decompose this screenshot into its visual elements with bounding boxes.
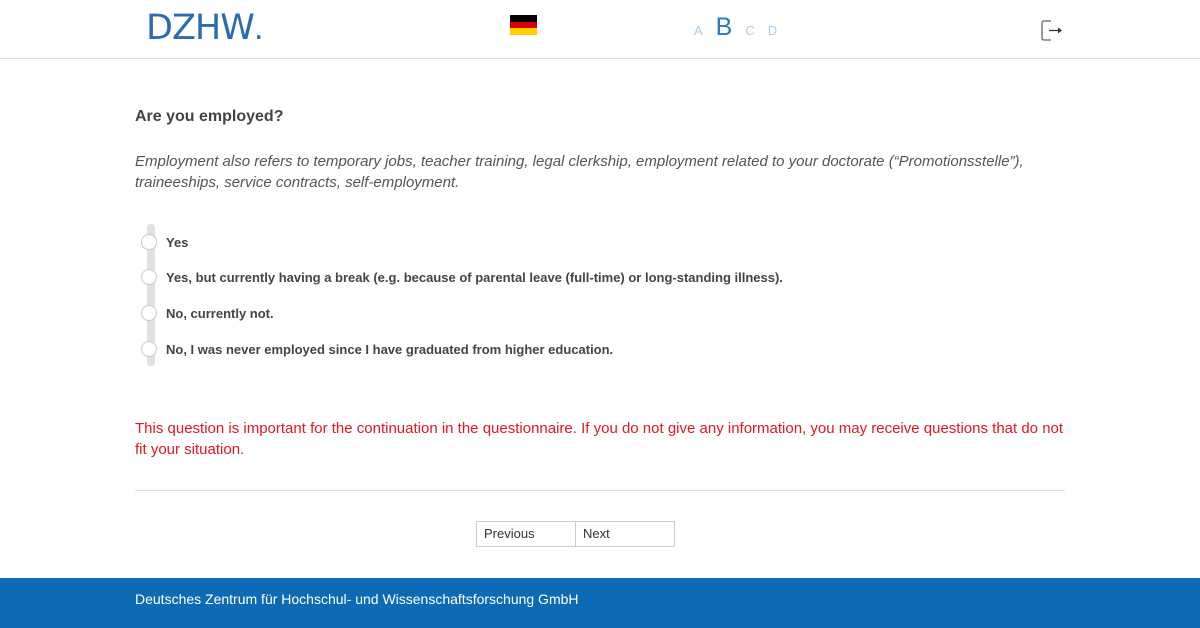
previous-button[interactable]: Previous (476, 521, 576, 547)
option-yes[interactable]: Yes (141, 232, 188, 252)
question-hint: Employment also refers to temporary jobs… (135, 153, 1024, 191)
navigation-buttons: Previous Next (476, 521, 675, 547)
logout-icon[interactable] (1041, 20, 1064, 41)
option-yes-on-break[interactable]: Yes, but currently having a break (e.g. … (141, 267, 783, 287)
radio-button[interactable] (141, 234, 157, 250)
section-a: A (694, 23, 703, 38)
question-title: Are you employed? (135, 108, 284, 125)
next-button[interactable]: Next (575, 521, 675, 547)
warning-message: This question is important for the conti… (135, 420, 1064, 458)
radio-button[interactable] (141, 305, 157, 321)
radio-button[interactable] (141, 269, 157, 285)
logo-dot: . (253, 8, 264, 47)
option-label: No, currently not. (166, 305, 274, 321)
flag-stripe-gold (510, 28, 537, 36)
flag-stripe-black (510, 15, 537, 22)
option-no-currently-not[interactable]: No, currently not. (141, 303, 274, 323)
option-label: No, I was never employed since I have gr… (166, 341, 614, 357)
option-label: Yes (166, 234, 189, 250)
section-d: D (767, 23, 778, 38)
footer-text: Deutsches Zentrum für Hochschul- und Wis… (135, 591, 579, 607)
header: DZHW. A B C D (0, 0, 1200, 59)
option-never-employed[interactable]: No, I was never employed since I have gr… (141, 339, 613, 359)
flag-stripe-red (510, 21, 537, 29)
section-c: C (745, 23, 755, 38)
section-progress-nav: A B C D (694, 12, 790, 46)
option-label: Yes, but currently having a break (e.g. … (166, 269, 783, 285)
footer: Deutsches Zentrum für Hochschul- und Wis… (0, 578, 1200, 628)
logo-text: DZHW (146, 8, 255, 48)
radio-button[interactable] (141, 341, 157, 357)
flag-germany-icon[interactable] (510, 15, 537, 36)
dzhw-logo[interactable]: DZHW. (146, 8, 264, 48)
divider (135, 490, 1065, 491)
answer-options: Yes Yes, but currently having a break (e… (141, 224, 1041, 366)
section-b-current: B (715, 13, 733, 41)
